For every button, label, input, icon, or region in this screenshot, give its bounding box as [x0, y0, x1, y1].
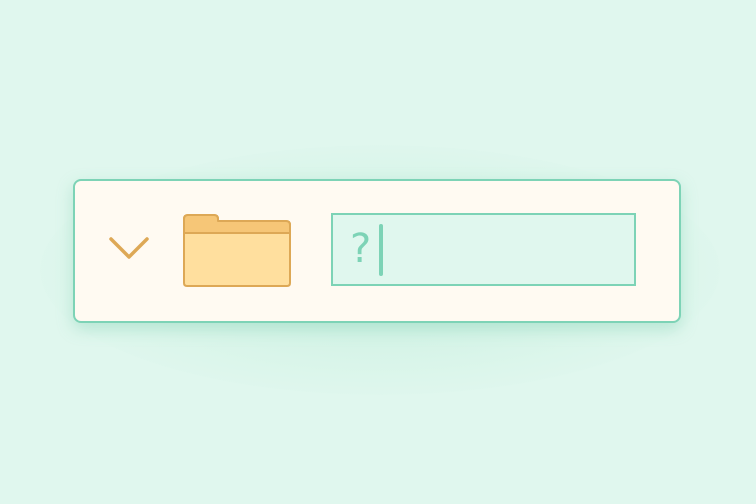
- new-folder-row: ?: [73, 179, 681, 323]
- folder-icon: [183, 214, 291, 287]
- chevron-down-icon[interactable]: [107, 233, 151, 265]
- folder-name-value: ?: [350, 226, 372, 272]
- text-caret: [379, 224, 383, 276]
- folder-name-input[interactable]: ?: [331, 213, 636, 286]
